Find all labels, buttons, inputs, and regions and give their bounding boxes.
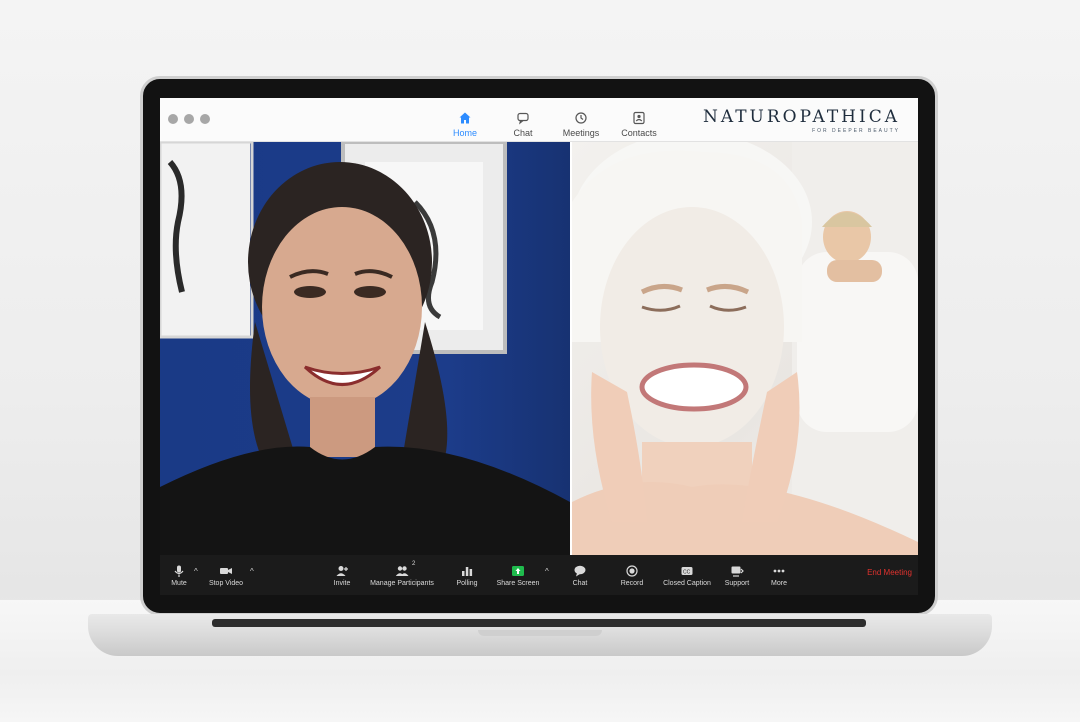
- add-person-icon: [336, 565, 348, 576]
- support-label: Support: [724, 579, 750, 587]
- participant-count-badge: 2: [412, 561, 416, 567]
- video-participant-left[interactable]: [160, 142, 570, 555]
- share-screen-button[interactable]: Share Screen: [494, 555, 542, 595]
- closed-caption-button[interactable]: CC Closed Caption: [660, 555, 714, 595]
- more-label: More: [771, 579, 787, 587]
- support-button[interactable]: Support: [722, 555, 752, 595]
- share-screen-label: Share Screen: [496, 579, 540, 587]
- tab-chat-label: Chat: [513, 128, 533, 138]
- meeting-toolbar: Mute ^ Stop Video ^ Invite Manage Partic…: [160, 555, 918, 595]
- support-icon: [731, 566, 744, 577]
- stop-video-button[interactable]: Stop Video: [206, 555, 246, 595]
- brand-tagline: FOR DEEPER BEAUTY: [812, 128, 900, 134]
- keyboard-slot: [212, 619, 866, 627]
- share-screen-icon: [512, 565, 524, 576]
- closed-caption-label: Closed Caption: [663, 579, 711, 587]
- minimize-dot[interactable]: [184, 114, 194, 124]
- clock-icon: [575, 112, 587, 124]
- polling-button[interactable]: Polling: [452, 555, 482, 595]
- more-dots-icon: [773, 569, 785, 572]
- chat-icon: [574, 565, 586, 576]
- microphone-icon: [174, 565, 184, 577]
- trackpad-notch: [478, 630, 602, 636]
- closed-caption-icon: CC: [681, 566, 693, 575]
- brand-logo: NATUROPATHICA FOR DEEPER BEAUTY: [703, 107, 900, 134]
- home-icon: [459, 112, 471, 124]
- tab-home-label: Home: [452, 128, 477, 138]
- end-meeting-button[interactable]: End Meeting: [867, 568, 912, 577]
- chat-label: Chat: [572, 579, 588, 587]
- video-options-caret-icon[interactable]: ^: [250, 567, 254, 576]
- tab-meetings[interactable]: Meetings: [552, 104, 610, 138]
- record-button[interactable]: Record: [618, 555, 646, 595]
- chat-bubble-icon: [517, 112, 529, 125]
- nav-tabs: Home Chat Meetings Contacts: [436, 104, 668, 138]
- manage-participants-button[interactable]: Manage Participants: [367, 555, 437, 595]
- tab-home[interactable]: Home: [436, 104, 494, 138]
- polling-label: Polling: [456, 579, 478, 587]
- top-bar: Home Chat Meetings Contacts NATUROPATHIC…: [160, 98, 918, 142]
- svg-text:CC: CC: [683, 569, 691, 575]
- stop-video-label: Stop Video: [208, 579, 244, 587]
- participants-icon: [395, 565, 409, 576]
- contact-card-icon: [633, 111, 645, 125]
- close-dot[interactable]: [168, 114, 178, 124]
- bar-chart-icon: [462, 566, 473, 576]
- share-options-caret-icon[interactable]: ^: [545, 567, 549, 576]
- window-controls: [168, 114, 210, 124]
- audio-options-caret-icon[interactable]: ^: [194, 567, 198, 576]
- record-icon: [626, 564, 638, 577]
- more-button[interactable]: More: [766, 555, 792, 595]
- record-label: Record: [620, 579, 644, 587]
- participant-left-image: [160, 142, 570, 555]
- tab-chat[interactable]: Chat: [494, 104, 552, 138]
- brand-name: NATUROPATHICA: [702, 107, 900, 127]
- manage-participants-label: Manage Participants: [370, 579, 434, 587]
- video-participant-right[interactable]: [572, 142, 918, 555]
- tab-contacts[interactable]: Contacts: [610, 104, 668, 138]
- invite-label: Invite: [333, 579, 351, 587]
- tab-contacts-label: Contacts: [621, 128, 657, 138]
- invite-button[interactable]: Invite: [330, 555, 354, 595]
- tab-meetings-label: Meetings: [562, 128, 600, 138]
- video-camera-icon: [220, 567, 232, 574]
- app-window: Home Chat Meetings Contacts NATUROPATHIC…: [160, 98, 918, 595]
- maximize-dot[interactable]: [200, 114, 210, 124]
- mute-button[interactable]: Mute: [166, 555, 192, 595]
- chat-button[interactable]: Chat: [568, 555, 592, 595]
- participant-right-image: [572, 142, 918, 555]
- mute-label: Mute: [171, 579, 187, 587]
